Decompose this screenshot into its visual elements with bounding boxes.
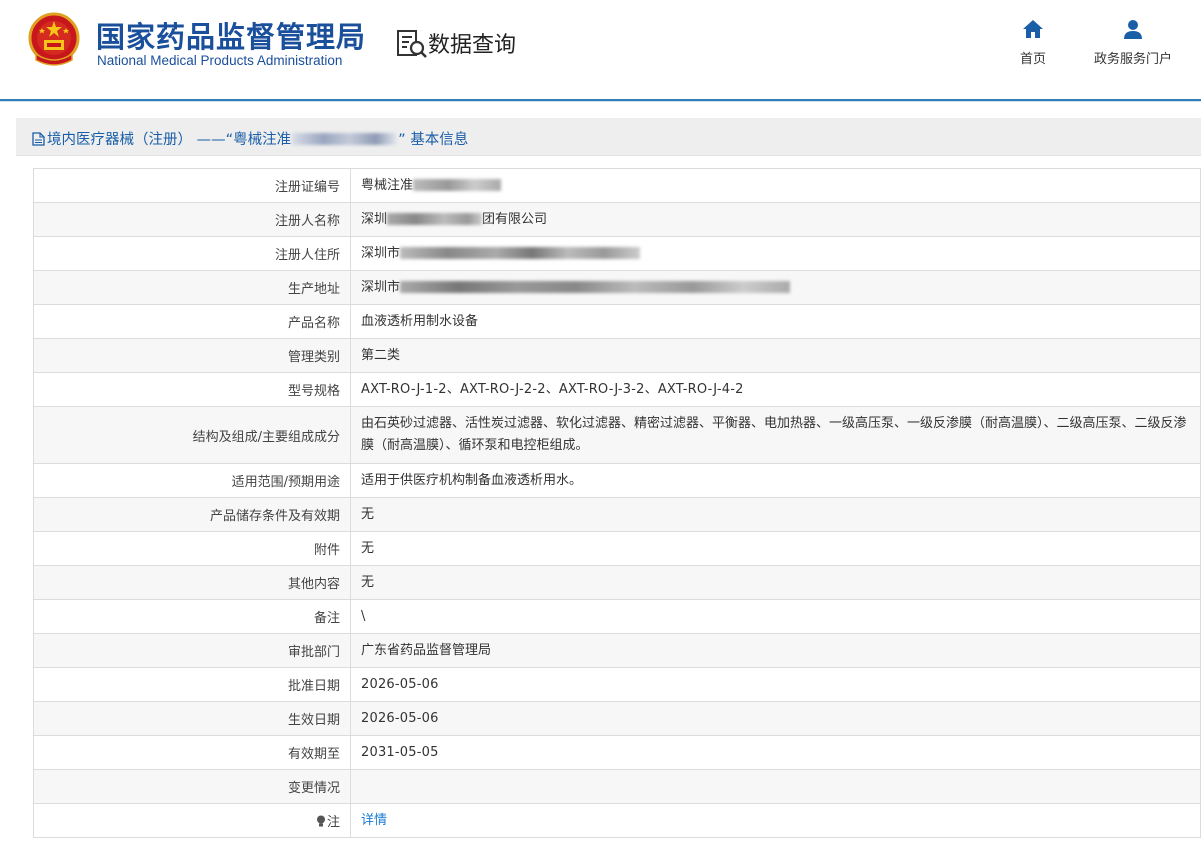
field-value: \ <box>350 599 1201 634</box>
brand-name-cn: 国家药品监督管理局 <box>96 20 367 54</box>
table-row: 生效日期 2026-05-06 <box>33 701 1201 736</box>
value-text: 粤械注准 <box>361 177 414 193</box>
lightbulb-icon <box>316 815 325 827</box>
table-row: 批准日期 2026-05-06 <box>33 667 1201 702</box>
table-row: 结构及组成/主要组成成分 由石英砂过滤器、活性炭过滤器、软化过滤器、精密过滤器、… <box>33 406 1201 464</box>
field-value: 由石英砂过滤器、活性炭过滤器、软化过滤器、精密过滤器、平衡器、电加热器、一级高压… <box>350 406 1201 464</box>
field-value: 粤械注准 <box>350 168 1201 203</box>
table-row: 产品储存条件及有效期 无 <box>33 497 1201 532</box>
redacted-text <box>413 178 502 191</box>
nav-home-label: 首页 <box>1019 52 1046 67</box>
field-value: 深圳市 <box>350 270 1201 305</box>
header-divider-shadow <box>0 101 1201 102</box>
field-value: 第二类 <box>350 338 1201 373</box>
user-icon <box>1124 20 1142 39</box>
field-label: 其他内容 <box>33 565 351 600</box>
nav-home-link[interactable]: 首页 <box>1008 18 1058 67</box>
field-label: 注册证编号 <box>33 168 351 203</box>
field-value: 2031-05-05 <box>350 735 1201 770</box>
field-label: 生产地址 <box>33 270 351 305</box>
field-value <box>350 769 1201 804</box>
data-query-title: 数据查询 <box>428 33 517 58</box>
field-value: 血液透析用制水设备 <box>350 304 1201 339</box>
details-link[interactable]: 详情 <box>361 813 387 828</box>
redacted-text <box>400 280 791 293</box>
table-row: 附件 无 <box>33 531 1201 566</box>
field-value: 无 <box>350 565 1201 600</box>
value-text: 深圳 <box>361 211 388 227</box>
data-query-icon <box>397 30 427 58</box>
table-row: 注 详情 <box>33 803 1201 838</box>
field-label: 注 <box>33 803 351 838</box>
field-value: 深圳 团有限公司 <box>350 202 1201 237</box>
brand-name-en: National Medical Products Administration <box>97 53 343 68</box>
table-row: 审批部门 广东省药品监督管理局 <box>33 633 1201 668</box>
table-row: 生产地址 深圳市 <box>33 270 1201 305</box>
table-row: 注册证编号 粤械注准 <box>33 168 1201 203</box>
field-value: 广东省药品监督管理局 <box>350 633 1201 668</box>
value-text-after: 团有限公司 <box>482 211 548 227</box>
field-label: 有效期至 <box>33 735 351 770</box>
field-value: 无 <box>350 531 1201 566</box>
field-value: 2026-05-06 <box>350 701 1201 736</box>
table-row: 适用范围/预期用途 适用于供医疗机构制备血液透析用水。 <box>33 463 1201 498</box>
record-title: 境内医疗器械（注册） ——“粤械注准 ” 基本信息 <box>32 128 468 149</box>
field-value: 适用于供医疗机构制备血液透析用水。 <box>350 463 1201 498</box>
field-label: 批准日期 <box>33 667 351 702</box>
site-header: 国家药品监督管理局 National Medical Products Admi… <box>0 0 1201 100</box>
record-title-prefix: 境内医疗器械（注册） ——“粤械注准 <box>47 132 292 148</box>
national-emblem-icon <box>28 12 80 66</box>
table-row: 注册人名称 深圳 团有限公司 <box>33 202 1201 237</box>
table-row: 有效期至 2031-05-05 <box>33 735 1201 770</box>
home-icon <box>1023 20 1043 38</box>
field-label: 生效日期 <box>33 701 351 736</box>
field-label: 型号规格 <box>33 372 351 407</box>
document-icon <box>32 132 45 146</box>
table-row: 注册人住所 深圳市 <box>33 236 1201 271</box>
value-text: 深圳市 <box>361 279 401 295</box>
field-label: 管理类别 <box>33 338 351 373</box>
registration-info-table: 注册证编号 粤械注准 注册人名称 深圳 团有限公司 注册人住所 深圳市 生产地址 … <box>33 168 1201 838</box>
redacted-text <box>400 246 641 259</box>
field-value: 2026-05-06 <box>350 667 1201 702</box>
table-row: 其他内容 无 <box>33 565 1201 600</box>
field-label: 产品名称 <box>33 304 351 339</box>
redacted-text <box>387 212 483 225</box>
field-label: 备注 <box>33 599 351 634</box>
table-row: 产品名称 血液透析用制水设备 <box>33 304 1201 339</box>
table-row: 变更情况 <box>33 769 1201 804</box>
redacted-registration-number <box>292 133 398 145</box>
field-label: 产品储存条件及有效期 <box>33 497 351 532</box>
field-value: AXT-RO-J-1-2、AXT-RO-J-2-2、AXT-RO-J-3-2、A… <box>350 372 1201 407</box>
field-value: 详情 <box>350 803 1201 838</box>
field-value: 深圳市 <box>350 236 1201 271</box>
field-value: 无 <box>350 497 1201 532</box>
table-row: 备注 \ <box>33 599 1201 634</box>
note-label: 注 <box>326 815 340 830</box>
field-label: 附件 <box>33 531 351 566</box>
field-label: 变更情况 <box>33 769 351 804</box>
field-label: 注册人名称 <box>33 202 351 237</box>
field-label: 结构及组成/主要组成成分 <box>33 406 351 464</box>
table-row: 型号规格 AXT-RO-J-1-2、AXT-RO-J-2-2、AXT-RO-J-… <box>33 372 1201 407</box>
nav-service-portal-label: 政务服务门户 <box>1093 52 1172 67</box>
field-label: 审批部门 <box>33 633 351 668</box>
record-title-bar: 境内医疗器械（注册） ——“粤械注准 ” 基本信息 <box>16 118 1201 156</box>
table-row: 管理类别 第二类 <box>33 338 1201 373</box>
value-text: 深圳市 <box>361 245 401 261</box>
nav-service-portal-link[interactable]: 政务服务门户 <box>1085 18 1181 67</box>
record-title-suffix: ” 基本信息 <box>398 132 469 148</box>
field-label: 适用范围/预期用途 <box>33 463 351 498</box>
field-label: 注册人住所 <box>33 236 351 271</box>
